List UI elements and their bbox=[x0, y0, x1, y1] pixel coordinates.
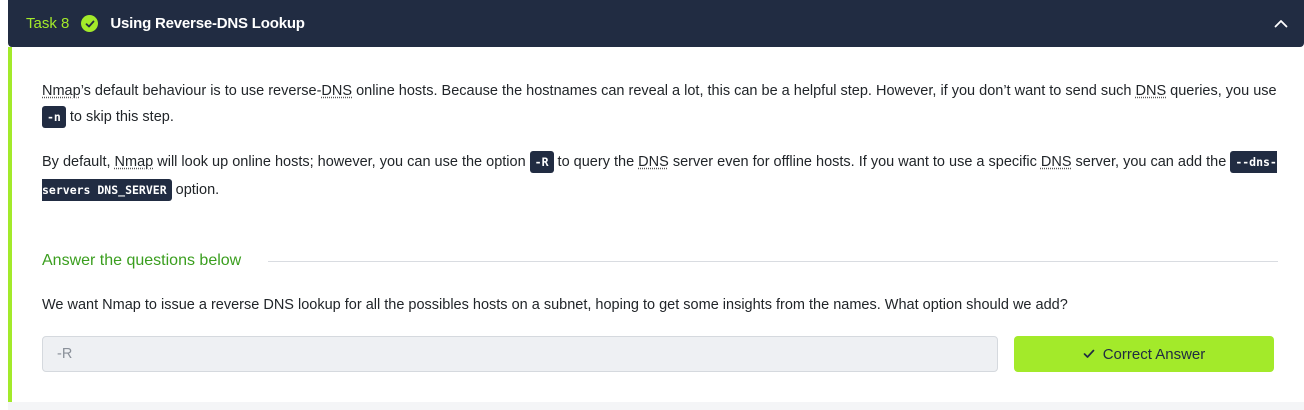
card-bottom-strip bbox=[8, 402, 1304, 410]
abbr-nmap: Nmap bbox=[114, 154, 154, 170]
task-header[interactable]: Task 8 Using Reverse-DNS Lookup bbox=[8, 0, 1304, 47]
abbr-dns: DNS bbox=[1040, 154, 1072, 170]
text-segment: server even for offline hosts. If you wa… bbox=[668, 154, 1041, 170]
correct-answer-label: Correct Answer bbox=[1102, 345, 1206, 363]
text-segment: to skip this step. bbox=[65, 109, 174, 125]
section-divider bbox=[268, 261, 1278, 262]
task-card: Task 8 Using Reverse-DNS Lookup Nmap’s d… bbox=[8, 0, 1304, 410]
abbr-dns: DNS bbox=[321, 83, 353, 99]
abbr-dns: DNS bbox=[638, 154, 669, 170]
paragraph-reverse-dns: Nmap’s default behaviour is to use rever… bbox=[42, 78, 1280, 130]
answer-input[interactable] bbox=[42, 336, 998, 372]
text-segment: option. bbox=[171, 182, 220, 198]
text-segment: will look up online hosts; however, you … bbox=[153, 154, 530, 170]
code-flag-n: -n bbox=[42, 106, 66, 128]
text-segment: ’s default behaviour is to use reverse- bbox=[80, 83, 322, 99]
check-circle-icon bbox=[81, 15, 99, 32]
text-segment: queries, you use bbox=[1166, 83, 1277, 99]
task-number: Task 8 bbox=[26, 15, 70, 32]
code-flag-r: -R bbox=[529, 151, 554, 173]
answer-questions-heading: Answer the questions below bbox=[42, 252, 242, 269]
text-segment: By default, bbox=[42, 154, 115, 170]
abbr-nmap: Nmap bbox=[42, 83, 81, 99]
text-segment: to query the bbox=[553, 154, 639, 170]
chevron-up-icon[interactable] bbox=[1272, 14, 1290, 32]
question-text: We want Nmap to issue a reverse DNS look… bbox=[42, 297, 1068, 313]
task-title: Using Reverse-DNS Lookup bbox=[110, 15, 305, 32]
task-body: Nmap’s default behaviour is to use rever… bbox=[8, 47, 1304, 402]
abbr-dns: DNS bbox=[1135, 83, 1167, 99]
check-icon bbox=[1083, 349, 1095, 359]
text-segment: online hosts. Because the hostnames can … bbox=[352, 83, 1136, 99]
correct-answer-button[interactable]: Correct Answer bbox=[1014, 336, 1274, 372]
paragraph-default-behaviour: By default, Nmap will look up online hos… bbox=[42, 148, 1280, 204]
text-segment: server, you can add the bbox=[1071, 154, 1231, 170]
